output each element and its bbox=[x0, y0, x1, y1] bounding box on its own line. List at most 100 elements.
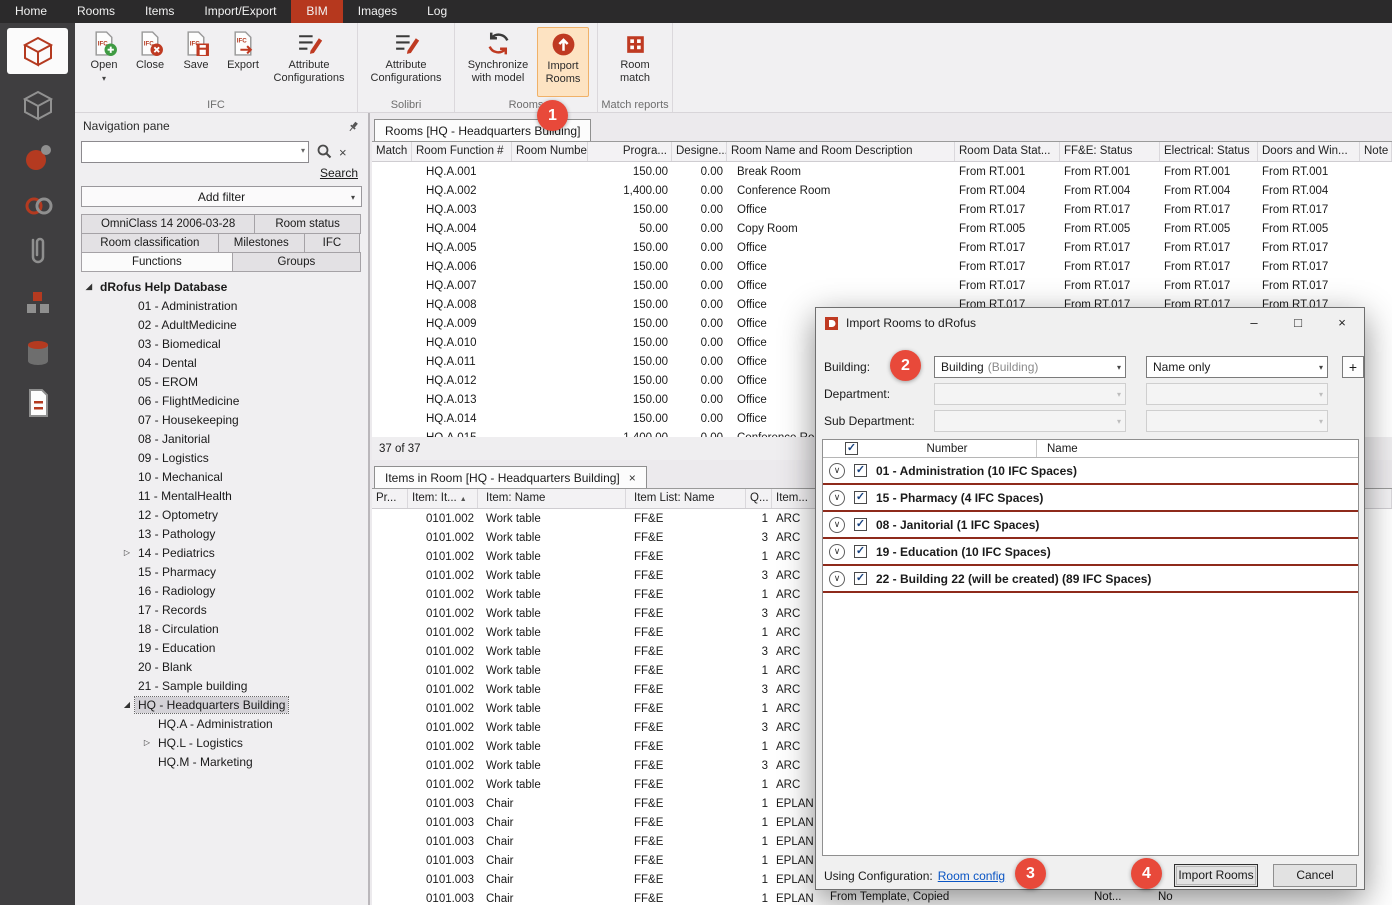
menu-rooms[interactable]: Rooms bbox=[62, 0, 130, 23]
search-input[interactable] bbox=[81, 141, 309, 163]
items-tab-close-icon[interactable]: × bbox=[629, 471, 636, 485]
space-row[interactable]: ∨ ✓ 01 - Administration (10 IFC Spaces) bbox=[823, 458, 1358, 485]
add-filter-dropdown[interactable]: Add filter ▾ bbox=[81, 186, 362, 207]
col-header-match[interactable]: Match bbox=[372, 142, 412, 161]
minimize-icon[interactable]: – bbox=[1232, 308, 1276, 338]
col-header-priority[interactable]: Pr... bbox=[372, 489, 408, 508]
col-header-item-number[interactable]: Item: It...▲ bbox=[408, 489, 478, 508]
room-row[interactable]: HQ.A.003 150.00 0.00 Office From RT.017 … bbox=[372, 200, 1392, 219]
col-header-ffe-status[interactable]: FF&E: Status bbox=[1060, 142, 1160, 161]
menu-log[interactable]: Log bbox=[412, 0, 462, 23]
tree-item[interactable]: 16 - Radiology bbox=[75, 581, 368, 600]
col-header-programmed[interactable]: Progra... bbox=[588, 142, 672, 161]
room-row[interactable]: HQ.A.005 150.00 0.00 Office From RT.017 … bbox=[372, 238, 1392, 257]
model-module-button[interactable] bbox=[7, 82, 68, 128]
space-row[interactable]: ∨ ✓ 22 - Building 22 (will be created) (… bbox=[823, 566, 1358, 593]
tree-item[interactable]: HQ.M - Marketing bbox=[75, 752, 368, 771]
tree-item[interactable]: 21 - Sample building bbox=[75, 676, 368, 695]
tab-room-classification[interactable]: Room classification bbox=[81, 233, 219, 253]
space-checkbox[interactable]: ✓ bbox=[854, 572, 867, 585]
tree-item[interactable]: 11 - MentalHealth bbox=[75, 486, 368, 505]
col-header-item-list-name[interactable]: Item List: Name bbox=[626, 489, 746, 508]
maximize-icon[interactable]: □ bbox=[1276, 308, 1320, 338]
tree-item[interactable]: 02 - AdultMedicine bbox=[75, 315, 368, 334]
tree-item[interactable]: HQ.A - Administration bbox=[75, 714, 368, 733]
items-tab[interactable]: Items in Room [HQ - Headquarters Buildin… bbox=[374, 466, 647, 488]
export-button[interactable]: IFC Export bbox=[221, 27, 265, 97]
tree-item[interactable]: 07 - Housekeeping bbox=[75, 410, 368, 429]
expand-chevron-icon[interactable]: ∨ bbox=[829, 544, 845, 560]
tree-expander-icon[interactable]: ▷ bbox=[139, 738, 155, 747]
tree-item[interactable]: ▷ HQ.L - Logistics bbox=[75, 733, 368, 752]
col-header-number[interactable]: Number bbox=[858, 443, 1036, 455]
space-row[interactable]: ∨ ✓ 19 - Education (10 IFC Spaces) bbox=[823, 539, 1358, 566]
bim-module-button[interactable] bbox=[7, 28, 68, 74]
open-button[interactable]: IFC Open ▾ bbox=[83, 27, 125, 97]
col-header-designed[interactable]: Designe... bbox=[672, 142, 727, 161]
name-mode-select[interactable]: Name only ▾ bbox=[1146, 356, 1328, 378]
tree-item[interactable]: 15 - Pharmacy bbox=[75, 562, 368, 581]
tree-item[interactable]: ◢ dRofus Help Database bbox=[75, 277, 368, 296]
room-row[interactable]: HQ.A.006 150.00 0.00 Office From RT.017 … bbox=[372, 257, 1392, 276]
room-match-button[interactable]: Room match bbox=[606, 27, 664, 97]
tree-item[interactable]: 08 - Janitorial bbox=[75, 429, 368, 448]
blocks-module-button[interactable] bbox=[7, 280, 68, 326]
tree-item[interactable]: 18 - Circulation bbox=[75, 619, 368, 638]
tree-expander-icon[interactable]: ▷ bbox=[119, 548, 135, 557]
add-building-button[interactable]: + bbox=[1342, 356, 1364, 378]
tree-expander-icon[interactable]: ◢ bbox=[119, 700, 135, 709]
space-checkbox[interactable]: ✓ bbox=[854, 464, 867, 477]
sphere-module-button[interactable] bbox=[7, 135, 68, 181]
col-header-room-data-status[interactable]: Room Data Stat... bbox=[955, 142, 1060, 161]
space-row[interactable]: ∨ ✓ 15 - Pharmacy (4 IFC Spaces) bbox=[823, 485, 1358, 512]
tree-item[interactable]: 05 - EROM bbox=[75, 372, 368, 391]
select-all-checkbox[interactable]: ✓ bbox=[845, 442, 858, 455]
room-row[interactable]: HQ.A.007 150.00 0.00 Office From RT.017 … bbox=[372, 276, 1392, 295]
tab-functions[interactable]: Functions bbox=[81, 252, 233, 272]
tree-expander-icon[interactable]: ◢ bbox=[81, 282, 97, 291]
col-header-room-name[interactable]: Room Name and Room Description bbox=[727, 142, 955, 161]
import-rooms-ribbon-button[interactable]: Import Rooms bbox=[537, 27, 589, 97]
tree-item[interactable]: 17 - Records bbox=[75, 600, 368, 619]
link-module-button[interactable] bbox=[7, 183, 68, 229]
room-row[interactable]: HQ.A.002 1,400.00 0.00 Conference Room F… bbox=[372, 181, 1392, 200]
space-checkbox[interactable]: ✓ bbox=[854, 518, 867, 531]
col-header-room-function[interactable]: Room Function # bbox=[412, 142, 512, 161]
tab-room-status[interactable]: Room status bbox=[254, 214, 361, 234]
attachments-module-button[interactable] bbox=[7, 228, 68, 274]
space-checkbox[interactable]: ✓ bbox=[854, 545, 867, 558]
room-config-link[interactable]: Room config bbox=[938, 869, 1005, 883]
menu-home[interactable]: Home bbox=[0, 0, 62, 23]
col-header-name[interactable]: Name bbox=[1036, 440, 1358, 457]
tab-groups[interactable]: Groups bbox=[232, 252, 361, 272]
tree-item[interactable]: 04 - Dental bbox=[75, 353, 368, 372]
search-link[interactable]: Search bbox=[320, 166, 358, 180]
search-icon[interactable] bbox=[316, 143, 332, 162]
import-rooms-button[interactable]: Import Rooms bbox=[1174, 864, 1258, 887]
expand-chevron-icon[interactable]: ∨ bbox=[829, 571, 845, 587]
tree-item[interactable]: 06 - FlightMedicine bbox=[75, 391, 368, 410]
col-header-doors-windows[interactable]: Doors and Win... bbox=[1258, 142, 1360, 161]
room-row[interactable]: HQ.A.001 150.00 0.00 Break Room From RT.… bbox=[372, 162, 1392, 181]
synchronize-with-model-button[interactable]: Synchronize with model bbox=[463, 27, 533, 97]
col-header-room-number[interactable]: Room Number bbox=[512, 142, 588, 161]
col-header-item-name[interactable]: Item: Name bbox=[478, 489, 626, 508]
search-history-dropdown-icon[interactable]: ▾ bbox=[301, 146, 305, 155]
tree-item[interactable]: 01 - Administration bbox=[75, 296, 368, 315]
menu-bim[interactable]: BIM bbox=[291, 0, 342, 23]
tree-item[interactable]: 20 - Blank bbox=[75, 657, 368, 676]
col-header-note[interactable]: Note bbox=[1360, 142, 1392, 161]
room-row[interactable]: HQ.A.004 50.00 0.00 Copy Room From RT.00… bbox=[372, 219, 1392, 238]
tree-item[interactable]: 03 - Biomedical bbox=[75, 334, 368, 353]
building-select[interactable]: Building (Building) ▾ bbox=[934, 356, 1126, 378]
tab-omniclass[interactable]: OmniClass 14 2006-03-28 bbox=[81, 214, 255, 234]
close-icon[interactable]: × bbox=[1320, 308, 1364, 338]
attribute-configurations-solibri-button[interactable]: Attribute Configurations bbox=[366, 27, 446, 97]
pin-icon[interactable] bbox=[347, 120, 360, 133]
tab-ifc[interactable]: IFC bbox=[304, 233, 360, 253]
tree-item[interactable]: 10 - Mechanical bbox=[75, 467, 368, 486]
clear-search-icon[interactable]: × bbox=[339, 145, 347, 160]
tree-item[interactable]: 19 - Education bbox=[75, 638, 368, 657]
space-checkbox[interactable]: ✓ bbox=[854, 491, 867, 504]
menu-import-export[interactable]: Import/Export bbox=[189, 0, 291, 23]
